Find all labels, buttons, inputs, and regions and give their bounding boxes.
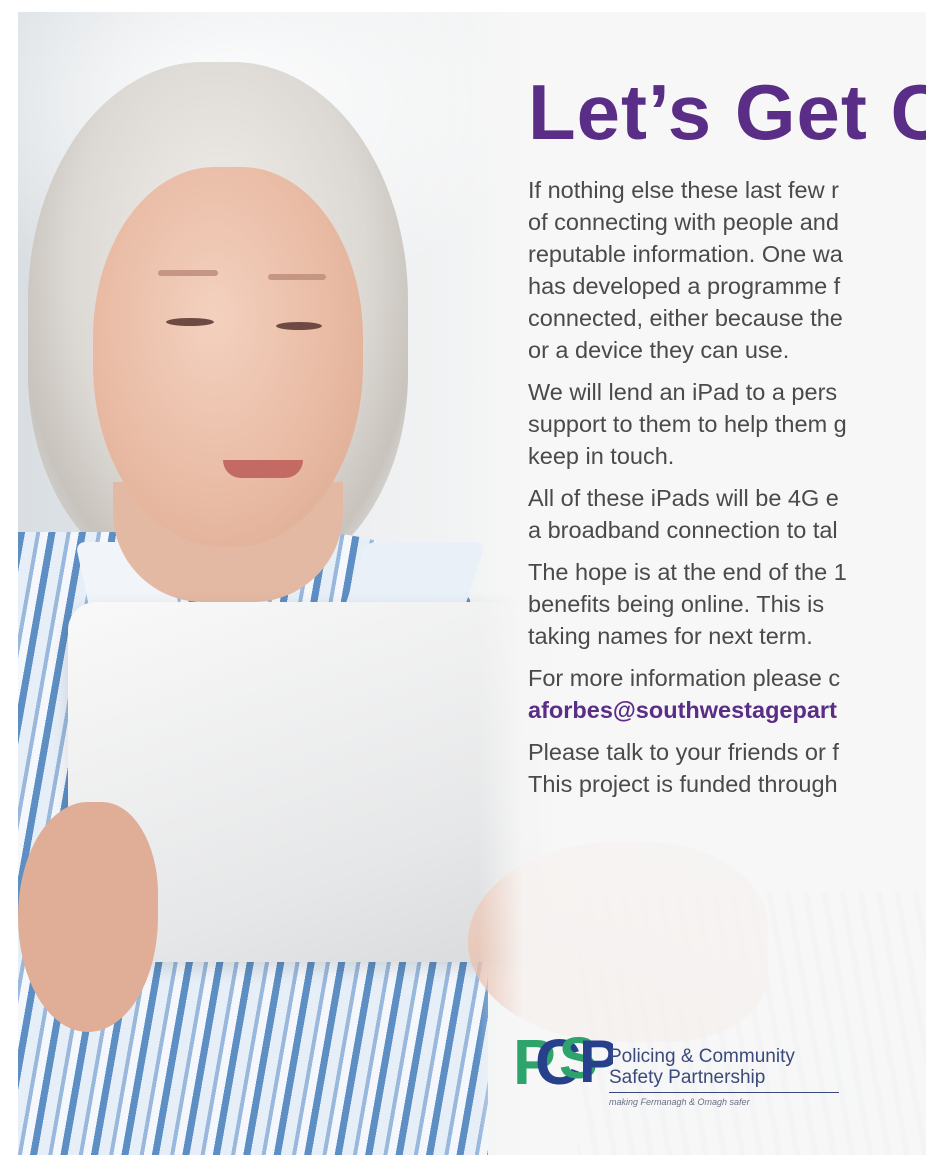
text-line: has developed a programme f <box>528 273 841 299</box>
text-line: The hope is at the end of the 1 <box>528 559 847 585</box>
text-line: All of these iPads will be 4G e <box>528 485 839 511</box>
text-line: If nothing else these last few r <box>528 177 839 203</box>
pcsp-logo-mark: P C S P <box>513 1026 613 1098</box>
text-line: This project is funded through <box>528 771 838 797</box>
text-line: taking names for next term. <box>528 623 813 649</box>
face <box>93 167 363 547</box>
smile <box>223 460 303 478</box>
text-line: benefits being online. This is <box>528 591 825 617</box>
left-eyebrow <box>158 270 218 276</box>
paragraph-contact: For more information please c aforbes@so… <box>528 662 926 726</box>
left-eye <box>166 318 214 326</box>
right-eye <box>276 322 322 330</box>
pcsp-logo: P C S P Policing & Community Safety Part… <box>513 1012 843 1122</box>
text-line: We will lend an iPad to a pers <box>528 379 838 405</box>
poster: Let’s Get C If nothing else these last f… <box>18 12 926 1155</box>
logo-line-2: Safety Partnership <box>609 1067 766 1088</box>
text-line: a broadband connection to tal <box>528 517 838 543</box>
logo-line-1: Policing & Community <box>609 1046 795 1067</box>
paragraph-intro: If nothing else these last few r of conn… <box>528 174 926 366</box>
text-line: connected, either because the <box>528 305 843 331</box>
paragraph-4g: All of these iPads will be 4G e a broadb… <box>528 482 926 546</box>
svg-text:P: P <box>579 1028 613 1095</box>
text-line: keep in touch. <box>528 443 675 469</box>
text-line: Please talk to your friends or f <box>528 739 839 765</box>
text-line: support to them to help them g <box>528 411 847 437</box>
paragraph-hope: The hope is at the end of the 1 benefits… <box>528 556 926 652</box>
contact-email-link[interactable]: aforbes@southwestagepart <box>528 694 926 726</box>
paragraph-closing: Please talk to your friends or f This pr… <box>528 736 926 800</box>
contact-line: For more information please c <box>528 665 841 691</box>
left-hand <box>18 802 158 1032</box>
logo-wordmark: Policing & Community Safety Partnership <box>609 1046 795 1088</box>
logo-tagline: making Fermanagh & Omagh safer <box>609 1097 750 1107</box>
body-text: If nothing else these last few r of conn… <box>528 174 926 800</box>
text-line: or a device they can use. <box>528 337 790 363</box>
page-title: Let’s Get C <box>528 68 926 156</box>
paragraph-ipad-loan: We will lend an iPad to a pers support t… <box>528 376 926 472</box>
logo-divider <box>609 1092 839 1093</box>
right-eyebrow <box>268 274 326 280</box>
text-line: of connecting with people and <box>528 209 839 235</box>
text-line: reputable information. One wa <box>528 241 843 267</box>
